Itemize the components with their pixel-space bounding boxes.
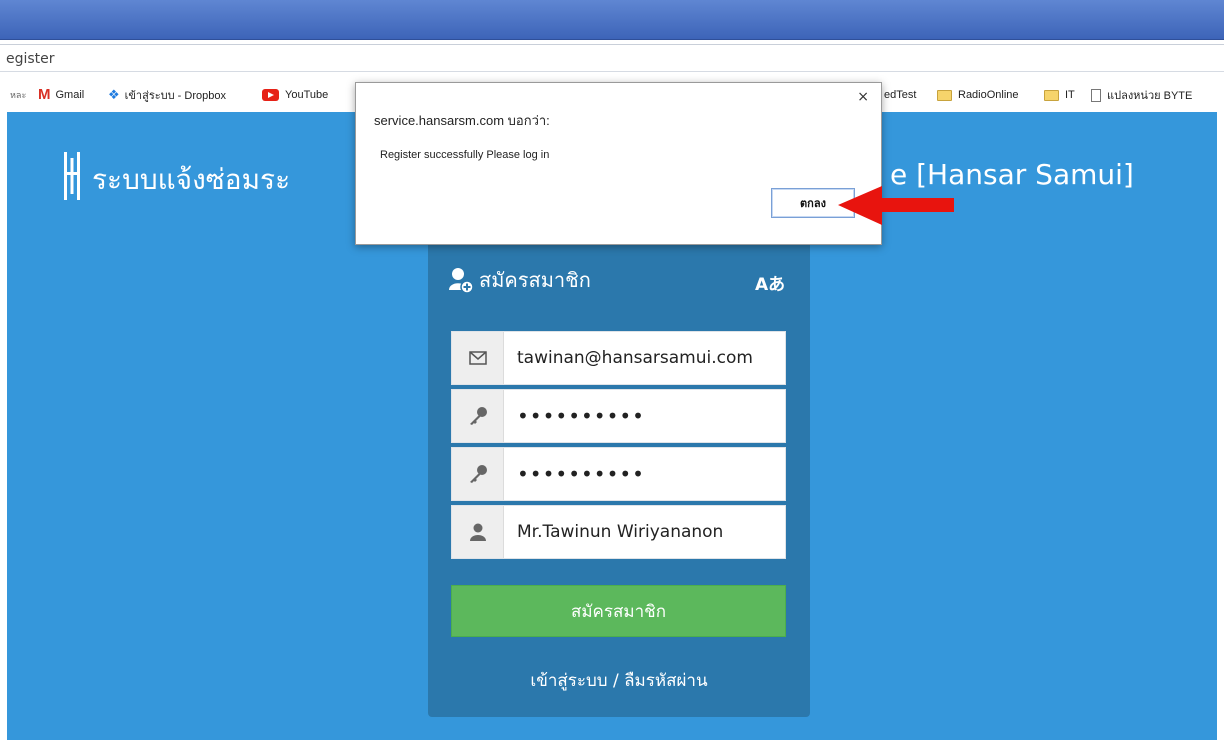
email-field[interactable]: tawinan@hansarsamui.com — [451, 331, 786, 385]
user-icon — [452, 506, 504, 558]
red-arrow-icon — [838, 186, 954, 225]
bookmark-dropbox[interactable]: ❖ เข้าสู่ระบบ - Dropbox — [108, 86, 226, 104]
alert-dialog: service.hansarsm.com บอกว่า: × Register … — [355, 82, 882, 245]
password-value[interactable]: •••••••••• — [504, 390, 785, 442]
page-icon — [1091, 88, 1101, 102]
key-icon — [452, 448, 504, 500]
close-icon[interactable]: × — [857, 89, 869, 105]
confirm-password-value[interactable]: •••••••••• — [504, 448, 785, 500]
key-icon — [452, 390, 504, 442]
folder-icon — [937, 89, 952, 101]
name-field[interactable]: Mr.Tawinun Wiriyananon — [451, 505, 786, 559]
folder-icon — [1044, 89, 1059, 101]
bookmark-it[interactable]: IT — [1044, 86, 1075, 104]
confirm-password-field[interactable]: •••••••••• — [451, 447, 786, 501]
browser-title-bar — [0, 0, 1224, 40]
gmail-icon: M — [38, 86, 51, 103]
address-text: egister — [6, 51, 55, 67]
bookmark-label: RadioOnline — [958, 89, 1019, 101]
bookmark-label: edTest — [884, 89, 917, 101]
register-heading: สมัครสมาชิก — [449, 264, 591, 296]
bookmark-youtube[interactable]: YouTube — [262, 86, 328, 104]
login-forgot-link[interactable]: เข้าสู่ระบบ / ลืมรหัสผ่าน — [428, 667, 810, 694]
bookmark-gmail[interactable]: M Gmail — [38, 86, 84, 104]
password-field[interactable]: •••••••••• — [451, 389, 786, 443]
dialog-message: Register successfully Please log in — [380, 149, 550, 161]
bookmark-truncated-left[interactable]: หละ — [10, 86, 26, 104]
bookmark-label: Gmail — [55, 89, 85, 101]
bookmark-label: เข้าสู่ระบบ - Dropbox — [124, 90, 226, 102]
bookmark-label: หละ — [10, 90, 27, 100]
bookmark-label: YouTube — [285, 89, 329, 101]
address-bar[interactable]: egister — [0, 44, 1224, 72]
name-value[interactable]: Mr.Tawinun Wiriyananon — [504, 506, 785, 558]
youtube-icon — [262, 89, 279, 101]
dropbox-icon: ❖ — [108, 87, 120, 102]
language-toggle-icon[interactable]: Aあ — [755, 270, 785, 295]
site-logo-icon — [64, 152, 80, 200]
user-plus-icon — [449, 268, 473, 294]
dialog-title: service.hansarsm.com บอกว่า: — [374, 113, 550, 128]
site-title: ระบบแจ้งซ่อมระ — [92, 163, 291, 196]
bookmark-byte-converter[interactable]: แปลงหน่วย BYTE — [1091, 86, 1192, 104]
panel-title: สมัครสมาชิก — [479, 268, 591, 292]
bookmark-speedtest[interactable]: edTest — [884, 86, 916, 104]
bookmark-radioonline[interactable]: RadioOnline — [937, 86, 1019, 104]
envelope-icon — [452, 332, 504, 384]
bookmark-label: แปลงหน่วย BYTE — [1107, 90, 1193, 102]
email-value[interactable]: tawinan@hansarsamui.com — [504, 332, 785, 384]
bookmark-label: IT — [1065, 89, 1075, 101]
register-submit-button[interactable]: สมัครสมาชิก — [451, 585, 786, 637]
